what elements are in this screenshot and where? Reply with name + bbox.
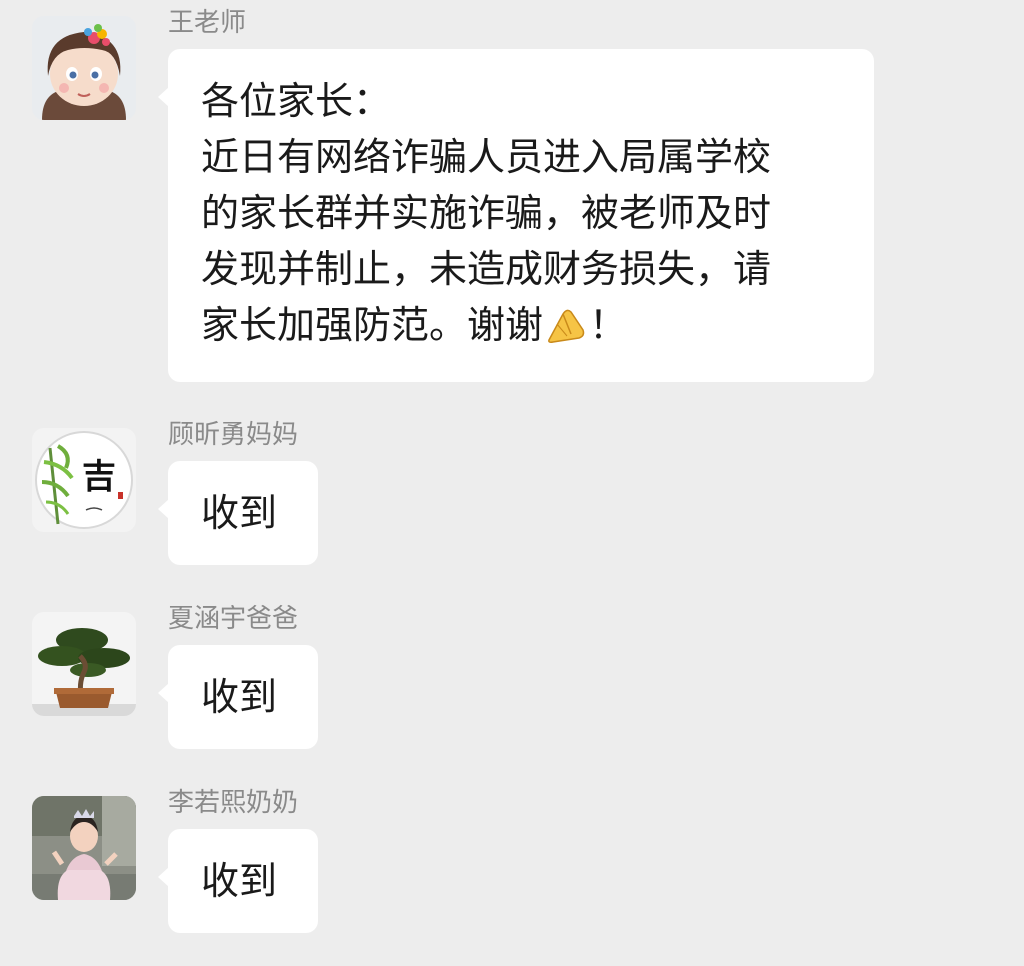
sender-name: 李若熙奶奶 bbox=[168, 788, 299, 818]
message-line: 的家长群并实施诈骗，被老师及时 bbox=[201, 191, 772, 235]
message-tail: ！ bbox=[589, 303, 628, 347]
message-text: 收到 bbox=[201, 675, 278, 719]
avatar-girl-with-flower[interactable] bbox=[32, 16, 136, 120]
bamboo-calligraphy-avatar-icon: 吉 bbox=[32, 428, 136, 532]
chat-message-list[interactable]: 王老师 各位家长： 近日有网络诈骗人员进入局属学校 的家长群并实施诈骗，被老师及… bbox=[0, 0, 1024, 966]
message-line: 各位家长： bbox=[201, 79, 392, 123]
praying-hands-emoji-icon bbox=[548, 309, 585, 343]
message-bubble[interactable]: 收到 bbox=[158, 461, 318, 565]
girl-avatar-icon bbox=[32, 16, 136, 120]
bonsai-avatar-icon bbox=[32, 612, 136, 716]
message-text: 各位家长： 近日有网络诈骗人员进入局属学校 的家长群并实施诈骗，被老师及时 发现… bbox=[201, 73, 844, 353]
svg-text:吉: 吉 bbox=[82, 457, 116, 497]
message-line-text: 家长加强防范。谢谢 bbox=[201, 303, 544, 347]
sender-name: 夏涵宇爸爸 bbox=[168, 604, 299, 634]
little-girl-photo-avatar-icon bbox=[32, 796, 136, 900]
message-line: 发现并制止，未造成财务损失，请 bbox=[201, 247, 772, 291]
sender-name: 王老师 bbox=[168, 8, 247, 38]
message-text: 收到 bbox=[201, 859, 278, 903]
message-line-last: 家长加强防范。谢谢 ！ bbox=[201, 297, 844, 353]
avatar-little-girl[interactable] bbox=[32, 796, 136, 900]
message-line: 近日有网络诈骗人员进入局属学校 bbox=[201, 135, 772, 179]
avatar-bamboo-ji[interactable]: 吉 bbox=[32, 428, 136, 532]
message-bubble[interactable]: 收到 bbox=[158, 645, 318, 749]
sender-name: 顾昕勇妈妈 bbox=[168, 420, 299, 450]
message-text: 收到 bbox=[201, 491, 278, 535]
message-bubble[interactable]: 各位家长： 近日有网络诈骗人员进入局属学校 的家长群并实施诈骗，被老师及时 发现… bbox=[158, 49, 874, 382]
avatar-bonsai[interactable] bbox=[32, 612, 136, 716]
message-bubble[interactable]: 收到 bbox=[158, 829, 318, 933]
